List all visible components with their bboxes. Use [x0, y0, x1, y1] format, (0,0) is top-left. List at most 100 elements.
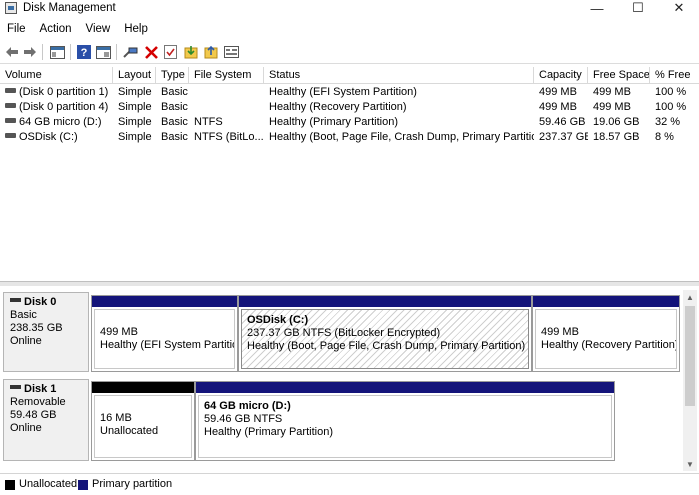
- close-button[interactable]: ✕: [662, 0, 696, 16]
- cell-type: Basic: [161, 101, 188, 113]
- import-icon[interactable]: [183, 44, 199, 60]
- disk-management-app-icon: [5, 2, 17, 14]
- view-icon[interactable]: [223, 44, 239, 60]
- column-header-free-space[interactable]: Free Space: [588, 67, 650, 84]
- cell-status: Healthy (Recovery Partition): [269, 101, 407, 113]
- forward-arrow-icon[interactable]: [22, 44, 38, 60]
- volume-icon: [5, 118, 16, 123]
- partition-type-bar: [239, 296, 531, 307]
- svg-text:?: ?: [81, 47, 88, 59]
- export-icon[interactable]: [203, 44, 219, 60]
- cell-percent-free: 100 %: [655, 101, 687, 113]
- partition-type-bar: [533, 296, 679, 307]
- volume-icon: [5, 133, 16, 138]
- partition-status: Healthy (Primary Partition): [204, 426, 333, 438]
- menu-help[interactable]: Help: [117, 20, 155, 40]
- partition-type-bar: [196, 382, 614, 393]
- volume-list: Volume Layout Type File System Status Ca…: [0, 67, 699, 281]
- toolbar-separator: [116, 44, 117, 60]
- scroll-thumb[interactable]: [685, 306, 695, 406]
- partition-efi-system[interactable]: 499 MB Healthy (EFI System Partition): [91, 295, 238, 372]
- disk-icon: [10, 385, 21, 389]
- properties-pane-icon[interactable]: [49, 44, 65, 60]
- cell-percent-free: 8 %: [655, 131, 674, 143]
- table-row[interactable]: (Disk 0 partition 4) Simple Basic Health…: [0, 100, 699, 115]
- disk-1-label[interactable]: Disk 1 Removable 59.48 GB Online: [3, 379, 89, 461]
- menu-action[interactable]: Action: [33, 20, 79, 40]
- legend: Unallocated Primary partition: [0, 473, 699, 495]
- cell-file-system: [189, 85, 264, 100]
- partition-size: 499 MB: [100, 326, 138, 338]
- cell-capacity: 499 MB: [539, 101, 577, 113]
- table-row[interactable]: (Disk 0 partition 1) Simple Basic Health…: [0, 85, 699, 100]
- cell-layout: Simple: [118, 86, 152, 98]
- maximize-button[interactable]: ☐: [621, 0, 655, 16]
- partition-name: OSDisk (C:): [247, 314, 309, 326]
- column-header-layout[interactable]: Layout: [113, 67, 156, 84]
- cell-layout: Simple: [118, 131, 152, 143]
- check-icon[interactable]: [162, 44, 178, 60]
- toolbar-separator: [42, 44, 43, 60]
- toolbar: ?: [0, 40, 699, 64]
- connect-icon[interactable]: [122, 44, 138, 60]
- toolbar-separator: [70, 44, 71, 60]
- cell-free-space: 499 MB: [593, 86, 631, 98]
- menu-file[interactable]: File: [0, 20, 33, 40]
- cell-volume: 64 GB micro (D:): [19, 116, 102, 128]
- column-header-status[interactable]: Status: [264, 67, 534, 84]
- partition-size: 59.46 GB NTFS: [204, 413, 283, 425]
- menu-view[interactable]: View: [79, 20, 118, 40]
- cell-layout: Simple: [118, 116, 152, 128]
- disk-0-label[interactable]: Disk 0 Basic 238.35 GB Online: [3, 292, 89, 372]
- partition-micro-d[interactable]: 64 GB micro (D:) 59.46 GB NTFS Healthy (…: [195, 381, 615, 461]
- table-row[interactable]: OSDisk (C:) Simple Basic NTFS (BitLo... …: [0, 130, 699, 145]
- cell-status: Healthy (EFI System Partition): [269, 86, 417, 98]
- partition-osdisk-c[interactable]: OSDisk (C:) 237.37 GB NTFS (BitLocker En…: [238, 295, 532, 372]
- cell-volume: OSDisk (C:): [19, 131, 78, 143]
- scroll-up-icon[interactable]: ▲: [683, 290, 697, 304]
- volume-list-header: Volume Layout Type File System Status Ca…: [0, 67, 699, 84]
- disk-kind: Removable: [10, 396, 66, 408]
- column-header-percent-free[interactable]: % Free: [650, 67, 699, 84]
- title-bar: Disk Management — ☐ ✕: [0, 0, 699, 18]
- partition-size: 237.37 GB NTFS (BitLocker Encrypted): [247, 327, 441, 339]
- column-header-capacity[interactable]: Capacity: [534, 67, 588, 84]
- disk-map-scrollbar[interactable]: ▲ ▼: [683, 290, 697, 471]
- partition-status: Unallocated: [100, 425, 159, 437]
- back-arrow-icon[interactable]: [4, 44, 20, 60]
- column-header-file-system[interactable]: File System: [189, 67, 264, 84]
- volume-icon: [5, 103, 16, 108]
- partition-status: Healthy (Boot, Page File, Crash Dump, Pr…: [247, 340, 526, 352]
- partition-unallocated[interactable]: 16 MB Unallocated: [91, 381, 195, 461]
- cell-file-system: NTFS (BitLo...: [194, 131, 264, 143]
- partition-status: Healthy (Recovery Partition): [541, 339, 677, 351]
- partition-size: 16 MB: [100, 412, 132, 424]
- cell-free-space: 18.57 GB: [593, 131, 640, 143]
- volume-icon: [5, 88, 16, 93]
- legend-swatch-unallocated: [5, 480, 15, 490]
- cell-status: Healthy (Primary Partition): [269, 116, 398, 128]
- scroll-down-icon[interactable]: ▼: [683, 457, 697, 471]
- partition-size: 499 MB: [541, 326, 579, 338]
- cell-percent-free: 32 %: [655, 116, 681, 128]
- window-title: Disk Management: [23, 2, 116, 14]
- legend-label-primary: Primary partition: [92, 478, 173, 490]
- help-icon[interactable]: ?: [76, 44, 92, 60]
- table-row[interactable]: 64 GB micro (D:) Simple Basic NTFS Healt…: [0, 115, 699, 130]
- column-header-type[interactable]: Type: [156, 67, 189, 84]
- cell-capacity: 237.37 GB: [539, 131, 588, 143]
- help-topics-icon[interactable]: [95, 44, 111, 60]
- cell-file-system: [189, 100, 264, 115]
- column-header-volume[interactable]: Volume: [0, 67, 113, 84]
- minimize-button[interactable]: —: [580, 0, 614, 16]
- cell-volume: (Disk 0 partition 4): [19, 101, 109, 113]
- cell-volume: (Disk 0 partition 1): [19, 86, 109, 98]
- partition-type-bar: [92, 296, 237, 307]
- partition-name: 64 GB micro (D:): [204, 400, 291, 412]
- menu-bar: File Action View Help: [0, 20, 699, 40]
- partition-recovery[interactable]: 499 MB Healthy (Recovery Partition): [532, 295, 680, 372]
- disk-state: Online: [10, 422, 42, 434]
- cell-capacity: 59.46 GB: [539, 116, 586, 128]
- disk-state: Online: [10, 335, 42, 347]
- delete-icon[interactable]: [143, 44, 159, 60]
